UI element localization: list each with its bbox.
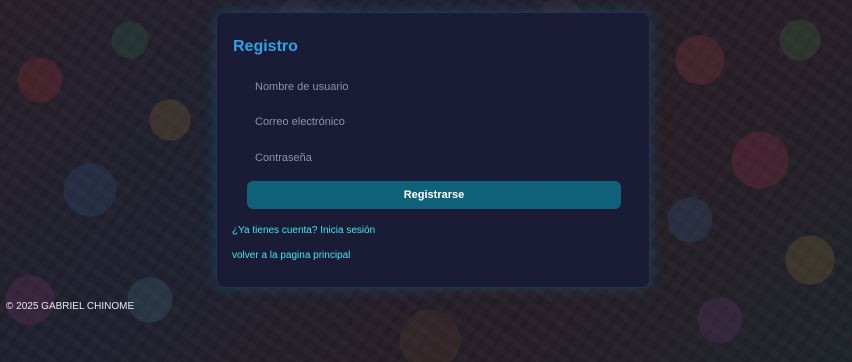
register-title: Registro bbox=[233, 38, 298, 55]
home-link[interactable]: volver a la pagina principal bbox=[232, 250, 350, 261]
email-input[interactable] bbox=[247, 110, 637, 134]
username-input[interactable] bbox=[247, 75, 637, 99]
login-link[interactable]: ¿Ya tienes cuenta? Inicia sesión bbox=[232, 225, 375, 236]
register-button[interactable]: Registrarse bbox=[247, 181, 621, 209]
register-card: Registro Registrarse ¿Ya tienes cuenta? … bbox=[216, 12, 650, 288]
password-input[interactable] bbox=[247, 146, 637, 170]
copyright-text: © 2025 GABRIEL CHINOME bbox=[6, 301, 135, 312]
